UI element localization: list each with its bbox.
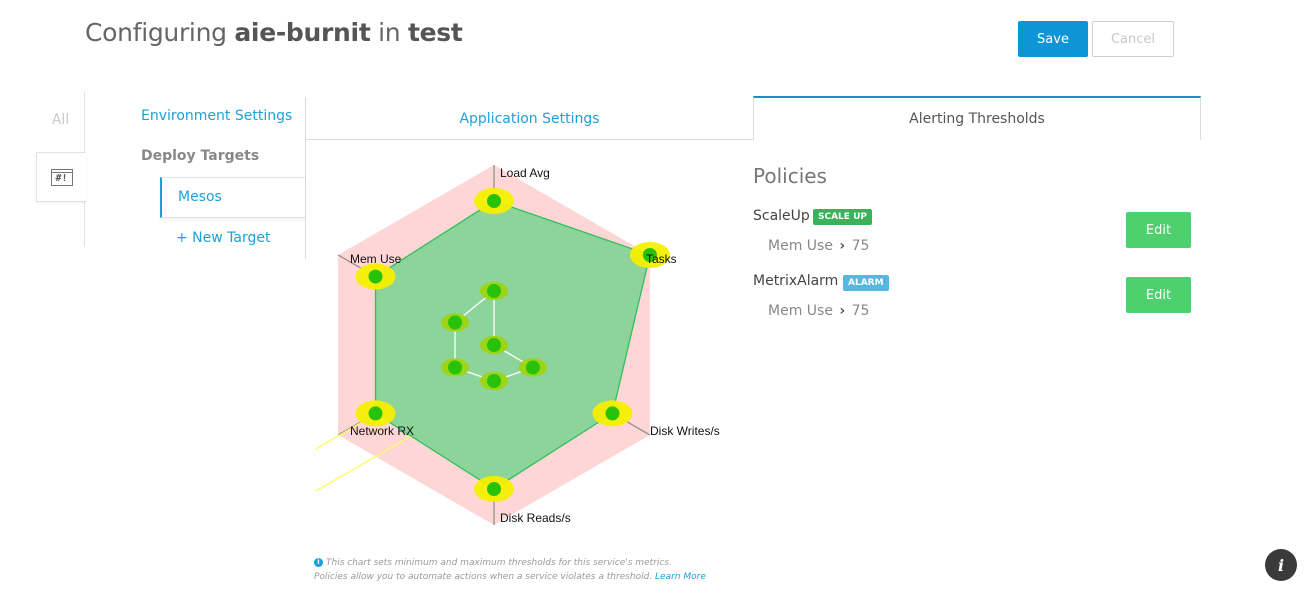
min-threshold-handle[interactable] bbox=[518, 358, 547, 377]
policy-condition: Mem Use › 75 bbox=[768, 238, 870, 254]
edit-policy-button[interactable]: Edit bbox=[1126, 212, 1191, 248]
max-threshold-handle[interactable] bbox=[474, 188, 514, 214]
chart-axis-label: Load Avg bbox=[500, 166, 550, 180]
info-icon: i bbox=[314, 558, 323, 567]
chevron-right-icon: › bbox=[839, 303, 846, 319]
tab-alerting-thresholds[interactable]: Alerting Thresholds bbox=[753, 96, 1201, 140]
policies-heading: Policies bbox=[753, 164, 827, 188]
policy-badge: ALARM bbox=[843, 275, 889, 291]
policy-badge: SCALE UP bbox=[813, 209, 872, 225]
max-threshold-handle[interactable] bbox=[355, 400, 396, 427]
max-threshold-handle[interactable] bbox=[592, 400, 633, 427]
chart-axis-label: Tasks bbox=[646, 252, 677, 266]
learn-more-link[interactable]: Learn More bbox=[655, 572, 706, 582]
chevron-right-icon: › bbox=[839, 238, 846, 254]
policy-name: MetrixAlarm bbox=[753, 273, 839, 289]
chart-axis-label: Network RX bbox=[350, 424, 414, 438]
edit-policy-button[interactable]: Edit bbox=[1126, 277, 1191, 313]
chart-axis-label: Disk Writes/s bbox=[650, 424, 720, 438]
policy-name: ScaleUp bbox=[753, 208, 810, 224]
threshold-radar-chart: Load Avg Tasks Disk Writes/s Disk Reads/s Ne… bbox=[315, 165, 720, 525]
min-threshold-handle[interactable] bbox=[480, 371, 508, 391]
max-threshold-handle[interactable] bbox=[474, 476, 514, 502]
info-button[interactable]: i bbox=[1265, 549, 1297, 581]
save-button[interactable]: Save bbox=[1018, 21, 1088, 57]
chart-axis-label: Mem Use bbox=[350, 252, 402, 266]
min-threshold-handle[interactable] bbox=[441, 313, 470, 332]
chart-note: i This chart sets minimum and maximum thr… bbox=[314, 558, 706, 582]
min-threshold-handle[interactable] bbox=[480, 335, 508, 355]
cancel-button[interactable]: Cancel bbox=[1092, 21, 1174, 57]
policy-condition: Mem Use › 75 bbox=[768, 303, 870, 319]
chart-axis-label: Disk Reads/s bbox=[500, 511, 571, 525]
min-threshold-handle[interactable] bbox=[441, 358, 470, 377]
min-threshold-handle[interactable] bbox=[480, 281, 508, 301]
max-threshold-handle[interactable] bbox=[355, 263, 396, 290]
